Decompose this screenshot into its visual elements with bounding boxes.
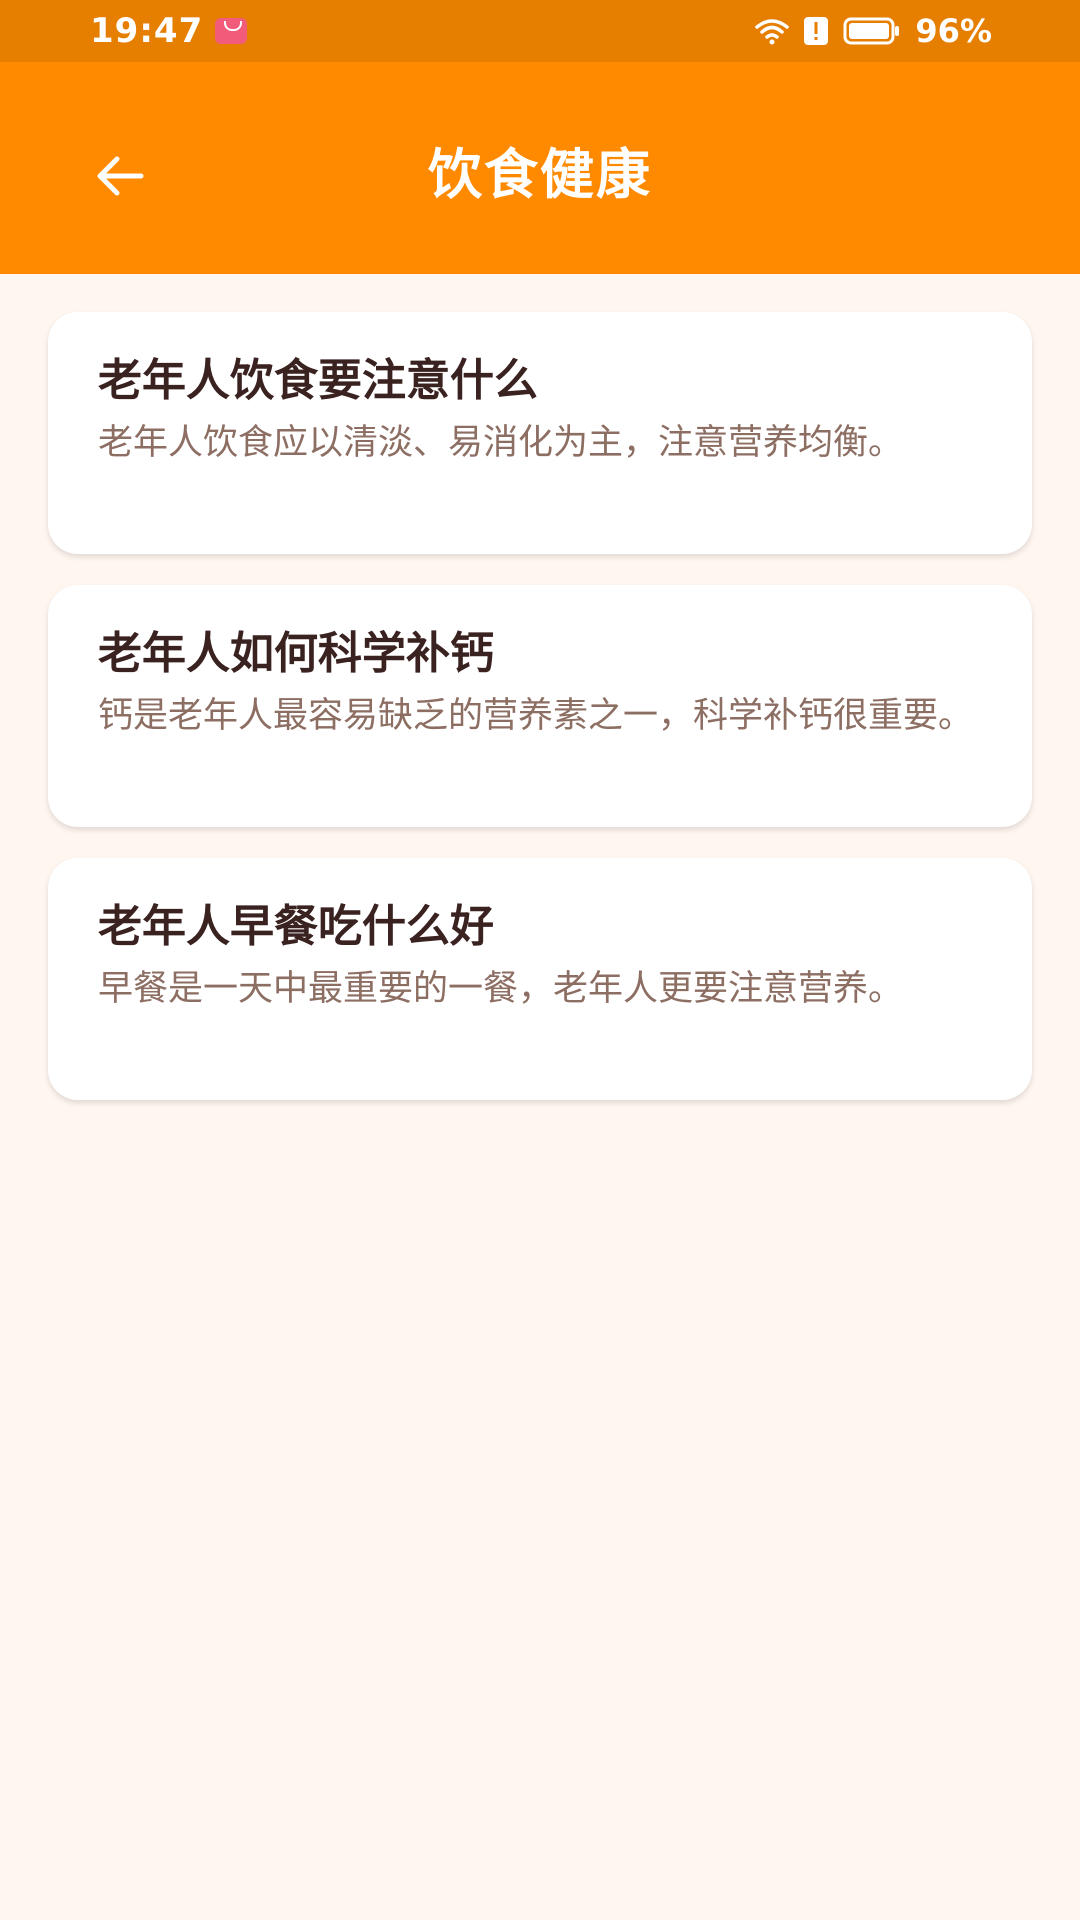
status-time: 19:47 [90,11,204,51]
article-card[interactable]: 老年人饮食要注意什么 老年人饮食应以清淡、易消化为主，注意营养均衡。 [48,312,1032,554]
battery-icon [843,17,900,45]
article-card[interactable]: 老年人如何科学补钙 钙是老年人最容易缺乏的营养素之一，科学补钙很重要。 [48,585,1032,827]
article-title: 老年人如何科学补钙 [98,628,494,679]
arrow-left-icon [97,156,144,196]
article-summary: 老年人饮食应以清淡、易消化为主，注意营养均衡。 [98,423,904,463]
article-summary: 早餐是一天中最重要的一餐，老年人更要注意营养。 [98,969,904,1009]
article-title: 老年人饮食要注意什么 [98,355,538,406]
article-title: 老年人早餐吃什么好 [98,901,494,952]
article-list: 老年人饮食要注意什么 老年人饮食应以清淡、易消化为主，注意营养均衡。 老年人如何… [48,312,1032,1131]
wifi-icon [755,19,790,45]
app-store-icon [215,18,248,44]
article-card[interactable]: 老年人早餐吃什么好 早餐是一天中最重要的一餐，老年人更要注意营养。 [48,858,1032,1100]
back-button[interactable] [92,148,148,204]
article-summary: 钙是老年人最容易缺乏的营养素之一，科学补钙很重要。 [98,696,974,736]
page-title: 饮食健康 [428,142,652,206]
status-bar: 19:47 96% [0,0,1080,62]
alert-icon [804,17,829,45]
battery-percent: 96% [915,12,992,50]
app-bar: 饮食健康 [0,62,1080,274]
status-icons: 96% [755,12,992,50]
